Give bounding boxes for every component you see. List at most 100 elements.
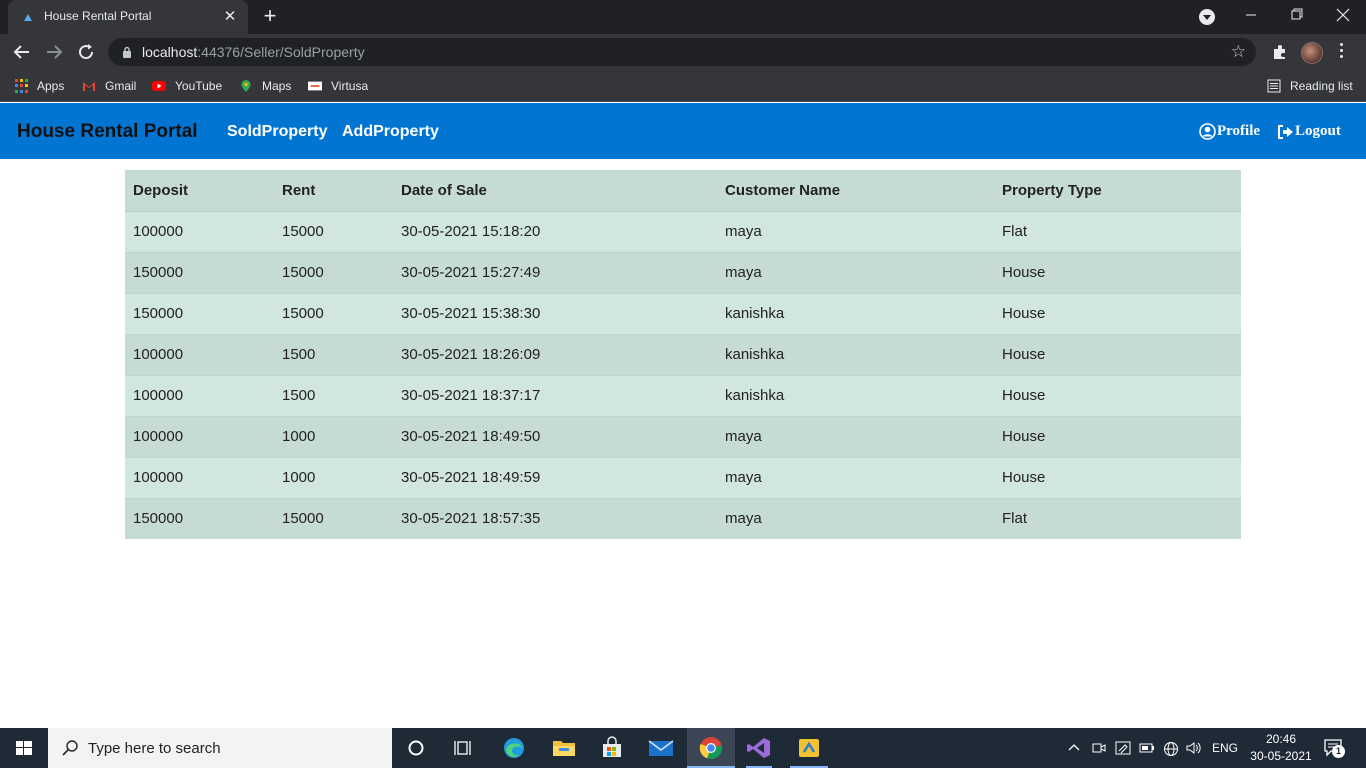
cell-property-type: House <box>994 456 1241 498</box>
table-row: 150000 15000 30-05-2021 15:38:30 kanishk… <box>125 292 1241 334</box>
browser-tab[interactable]: House Rental Portal ✕ <box>8 0 248 34</box>
visual-studio-icon[interactable] <box>746 736 772 760</box>
meet-now-icon[interactable] <box>1092 741 1106 755</box>
back-arrow-icon[interactable] <box>10 40 34 64</box>
site-navbar: House Rental Portal SoldProperty AddProp… <box>0 103 1366 159</box>
lock-icon[interactable] <box>122 46 132 58</box>
profile-avatar[interactable] <box>1301 42 1323 64</box>
cell-date-of-sale: 30-05-2021 18:49:50 <box>393 415 717 457</box>
cell-customer-name: maya <box>717 251 994 293</box>
table-row: 100000 15000 30-05-2021 15:18:20 maya Fl… <box>125 210 1241 252</box>
taskbar-search-input[interactable]: Type here to search <box>48 728 392 768</box>
site-brand[interactable]: House Rental Portal <box>17 121 198 143</box>
bookmark-maps[interactable]: Maps <box>239 77 291 95</box>
nav-link-soldproperty[interactable]: SoldProperty <box>227 123 327 141</box>
cell-property-type: House <box>994 251 1241 293</box>
cell-rent: 15000 <box>274 251 393 293</box>
cortana-icon[interactable] <box>403 736 429 760</box>
address-bar[interactable]: localhost:44376/Seller/SoldProperty ☆ <box>108 38 1256 66</box>
task-view-icon[interactable] <box>451 736 477 760</box>
reload-icon[interactable] <box>74 40 98 64</box>
chrome-taskbar-button[interactable] <box>687 728 735 768</box>
cell-deposit: 150000 <box>125 497 274 539</box>
profile-link[interactable]: Profile <box>1199 123 1260 140</box>
minimize-button[interactable] <box>1228 0 1274 30</box>
edge-browser-icon[interactable] <box>501 736 527 760</box>
browser-menu-icon[interactable] <box>1340 43 1344 61</box>
clock-time: 20:46 <box>1265 732 1297 746</box>
cell-date-of-sale: 30-05-2021 15:18:20 <box>393 210 717 252</box>
language-indicator[interactable]: ENG <box>1212 741 1238 755</box>
cell-property-type: Flat <box>994 497 1241 539</box>
cell-deposit: 100000 <box>125 415 274 457</box>
network-globe-icon[interactable] <box>1163 741 1179 757</box>
apps-grid-icon <box>15 79 28 93</box>
table-row: 150000 15000 30-05-2021 18:57:35 maya Fl… <box>125 497 1241 539</box>
cell-property-type: House <box>994 374 1241 416</box>
cell-date-of-sale: 30-05-2021 18:37:17 <box>393 374 717 416</box>
bookmark-gmail[interactable]: Gmail <box>82 77 136 95</box>
clock-date: 30-05-2021 <box>1250 749 1312 763</box>
cell-date-of-sale: 30-05-2021 18:26:09 <box>393 333 717 375</box>
volume-icon[interactable] <box>1186 741 1202 755</box>
tab-title: House Rental Portal <box>44 9 152 23</box>
search-icon <box>62 740 78 756</box>
cell-date-of-sale: 30-05-2021 15:38:30 <box>393 292 717 334</box>
maps-pin-icon <box>241 80 251 92</box>
action-center-button[interactable]: 1 <box>1324 738 1345 763</box>
reading-list-button[interactable]: Reading list <box>1267 77 1353 95</box>
forward-arrow-icon[interactable] <box>42 40 66 64</box>
cell-customer-name: kanishka <box>717 292 994 334</box>
logout-link[interactable]: Logout <box>1277 123 1341 140</box>
extensions-puzzle-icon[interactable] <box>1271 43 1289 61</box>
bookmark-star-icon[interactable]: ☆ <box>1231 42 1246 62</box>
nav-link-addproperty[interactable]: AddProperty <box>342 123 439 141</box>
cell-rent: 15000 <box>274 497 393 539</box>
new-tab-button[interactable]: + <box>258 5 282 28</box>
cell-property-type: House <box>994 415 1241 457</box>
cell-customer-name: maya <box>717 415 994 457</box>
cell-date-of-sale: 30-05-2021 15:27:49 <box>393 251 717 293</box>
cell-rent: 15000 <box>274 292 393 334</box>
cell-date-of-sale: 30-05-2021 18:49:59 <box>393 456 717 498</box>
sold-property-table-container: Deposit Rent Date of Sale Customer Name … <box>125 170 1241 539</box>
cell-deposit: 150000 <box>125 251 274 293</box>
cell-rent: 1000 <box>274 415 393 457</box>
tab-close-icon[interactable]: ✕ <box>220 7 240 27</box>
header-property-type: Property Type <box>994 170 1241 212</box>
close-window-button[interactable] <box>1320 0 1366 30</box>
cell-deposit: 100000 <box>125 333 274 375</box>
cell-customer-name: kanishka <box>717 374 994 416</box>
header-customer-name: Customer Name <box>717 170 994 212</box>
header-date-of-sale: Date of Sale <box>393 170 717 212</box>
bookmark-apps[interactable]: Apps <box>15 77 64 95</box>
cell-property-type: House <box>994 333 1241 375</box>
taskbar-clock[interactable]: 20:46 30-05-2021 <box>1250 731 1312 765</box>
windows-start-icon[interactable] <box>0 728 48 768</box>
youtube-icon <box>152 81 166 91</box>
table-row: 150000 15000 30-05-2021 15:27:49 maya Ho… <box>125 251 1241 293</box>
sold-property-table: Deposit Rent Date of Sale Customer Name … <box>125 170 1241 539</box>
url-text[interactable]: localhost:44376/Seller/SoldProperty <box>142 44 365 60</box>
virtusa-icon <box>308 81 322 91</box>
cell-customer-name: kanishka <box>717 333 994 375</box>
header-deposit: Deposit <box>125 170 274 212</box>
microsoft-store-icon[interactable] <box>599 736 625 760</box>
mail-icon[interactable] <box>648 736 674 760</box>
dev-tool-icon[interactable] <box>796 736 822 760</box>
bookmark-youtube[interactable]: YouTube <box>152 77 222 95</box>
site-favicon-icon <box>24 14 32 21</box>
chrome-icon <box>699 737 722 760</box>
cell-rent: 1500 <box>274 333 393 375</box>
tab-search-icon[interactable] <box>1199 9 1215 25</box>
bookmarks-bar: Apps Gmail YouTube Maps Virtusa Reading … <box>0 70 1366 102</box>
file-explorer-icon[interactable] <box>551 736 577 760</box>
cell-rent: 15000 <box>274 210 393 252</box>
table-row: 100000 1000 30-05-2021 18:49:59 maya Hou… <box>125 456 1241 498</box>
chevron-up-icon[interactable] <box>1068 742 1080 754</box>
battery-icon[interactable] <box>1139 743 1155 753</box>
restore-button[interactable] <box>1274 0 1320 30</box>
bookmark-virtusa[interactable]: Virtusa <box>308 77 368 95</box>
pen-workspace-icon[interactable] <box>1115 741 1131 755</box>
cell-customer-name: maya <box>717 210 994 252</box>
